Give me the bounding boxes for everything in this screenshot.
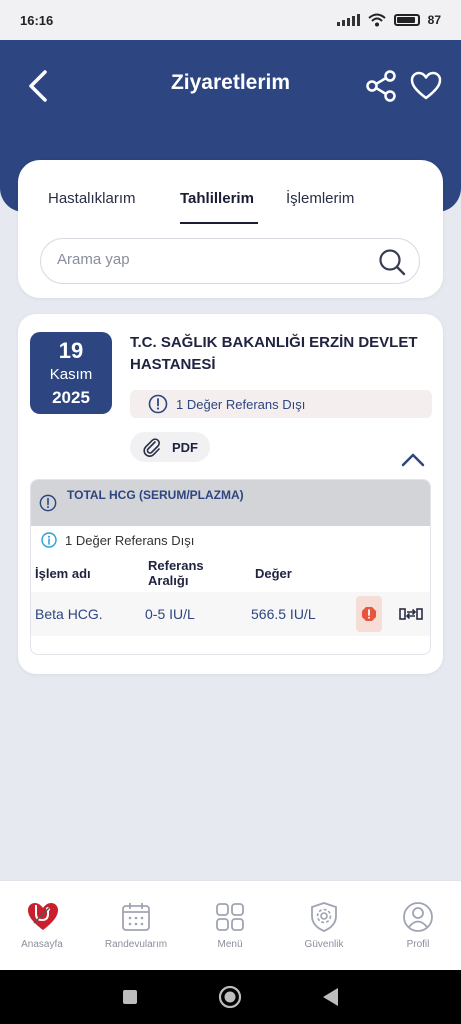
battery-icon	[393, 14, 420, 26]
favorite-button[interactable]	[406, 68, 446, 104]
row-name: Beta HCG.	[35, 606, 103, 622]
warning-octagon-icon	[362, 607, 376, 621]
swap-icon	[399, 608, 423, 620]
date-year: 2025	[52, 388, 90, 407]
out-of-range-alert: 1 Değer Referans Dışı	[130, 390, 432, 418]
paperclip-icon	[143, 438, 160, 457]
pdf-label: PDF	[172, 439, 198, 455]
recents-button[interactable]	[117, 984, 143, 1010]
column-header-range: Referans Aralığı	[148, 558, 204, 588]
wifi-icon	[367, 13, 386, 27]
info-circle-icon	[148, 394, 168, 414]
test-note-text: 1 Değer Referans Dışı	[65, 532, 195, 548]
chevron-up-icon	[401, 453, 425, 467]
collapse-button[interactable]	[398, 448, 428, 472]
tab-hastaliklarim[interactable]: Hastalıklarım	[48, 190, 136, 207]
table-row: Beta HCG. 0-5 IU/L 566.5 IU/L	[31, 592, 430, 636]
share-icon	[366, 70, 396, 102]
triangle-back-icon	[323, 988, 338, 1006]
home-circle-icon	[218, 985, 242, 1009]
share-button[interactable]	[362, 68, 400, 104]
search-box	[40, 238, 420, 284]
nav-label: Anasayfa	[21, 939, 63, 950]
signal-icon	[336, 14, 360, 26]
compare-button[interactable]	[397, 600, 425, 628]
info-circle-icon	[39, 494, 57, 512]
tab-islemlerim[interactable]: İşlemlerim	[286, 190, 354, 207]
shield-gear-icon	[311, 902, 337, 932]
visit-card[interactable]: 19 Kasım 2025 T.C. SAĞLIK BAKANLIĞI ERZİ…	[18, 314, 443, 674]
nav-anasayfa[interactable]: Anasayfa	[0, 881, 88, 971]
warning-button[interactable]	[356, 596, 382, 632]
status-bar: 16:16 87	[0, 0, 461, 40]
nav-label: Menü	[217, 939, 243, 950]
square-icon	[123, 990, 137, 1004]
bottom-nav: Anasayfa Randevularım Menü Güvenlik Prof…	[0, 880, 461, 970]
alert-text: 1 Değer Referans Dışı	[176, 396, 306, 412]
tab-tahlillerim[interactable]: Tahlillerim	[180, 190, 254, 207]
test-result-box: TOTAL HCG (SERUM/PLAZMA) 1 Değer Referan…	[30, 479, 431, 655]
search-icon[interactable]	[377, 247, 407, 277]
nav-label: Randevularım	[104, 939, 168, 950]
hospital-name: T.C. SAĞLIK BAKANLIĞI ERZİN DEVLET HASTA…	[130, 334, 418, 373]
row-range: 0-5 IU/L	[145, 606, 195, 622]
nav-label: Güvenlik	[304, 939, 344, 950]
active-tab-indicator	[180, 222, 258, 224]
test-note: 1 Değer Referans Dışı	[41, 532, 194, 548]
search-input[interactable]	[57, 251, 357, 268]
pdf-button[interactable]: PDF	[130, 432, 210, 462]
column-header-name: İşlem adı	[35, 566, 91, 581]
nav-menu[interactable]: Menü	[184, 881, 276, 971]
test-name: TOTAL HCG (SERUM/PLAZMA)	[67, 488, 244, 502]
date-month: Kasım	[49, 366, 93, 383]
row-value: 566.5 IU/L	[251, 606, 316, 622]
heart-stethoscope-icon	[28, 903, 58, 930]
nav-randevularim[interactable]: Randevularım	[90, 881, 182, 971]
user-icon	[403, 902, 433, 932]
test-header[interactable]: TOTAL HCG (SERUM/PLAZMA)	[31, 480, 430, 526]
system-nav-bar	[0, 970, 461, 1024]
nav-label: Profil	[406, 939, 430, 950]
column-header-value: Değer	[255, 566, 292, 581]
grid-icon	[216, 903, 244, 931]
battery-level: 87	[427, 13, 441, 27]
date-badge: 19 Kasım 2025	[30, 332, 112, 414]
date-day: 19	[58, 338, 84, 363]
status-time: 16:16	[20, 12, 54, 28]
tab-bar: Hastalıklarım Tahlillerim İşlemlerim	[18, 186, 443, 226]
nav-profil[interactable]: Profil	[372, 881, 461, 971]
back-system-button[interactable]	[318, 984, 344, 1010]
nav-guvenlik[interactable]: Güvenlik	[278, 881, 370, 971]
tabs-card: Hastalıklarım Tahlillerim İşlemlerim	[18, 160, 443, 298]
info-icon	[41, 532, 57, 548]
heart-icon	[410, 71, 442, 100]
status-icons: 87	[336, 13, 441, 27]
calendar-icon	[122, 903, 150, 931]
home-button[interactable]	[217, 984, 243, 1010]
